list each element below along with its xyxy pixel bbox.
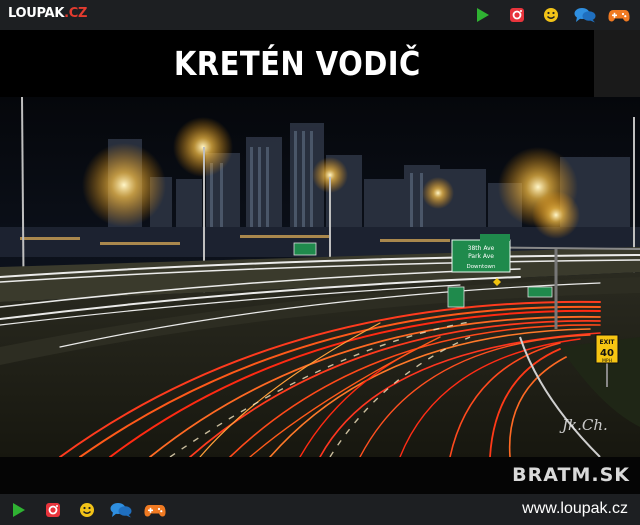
exit-sign-unit: MPH [602, 358, 612, 364]
highway-night-photo: 38th Ave Park Ave Downtown EXIT 40 MPH J… [0, 97, 640, 457]
play-icon[interactable] [8, 500, 30, 520]
site-logo[interactable]: LOUPAK.CZ [8, 6, 87, 24]
photographer-signature: Jk.Ch. [559, 416, 608, 434]
watermark-text: BRATM.SK [512, 464, 630, 486]
chat-icon[interactable] [574, 5, 596, 25]
gamepad-icon[interactable] [144, 500, 166, 520]
top-bar: LOUPAK.CZ [0, 0, 640, 30]
bottom-bar: www.loupak.cz [0, 494, 640, 525]
site-url-link[interactable]: www.loupak.cz [522, 500, 628, 518]
chat-icon[interactable] [110, 500, 132, 520]
logo-main: LOUPAK [8, 6, 65, 21]
gamepad-icon[interactable] [608, 5, 630, 25]
exit-sign-top: EXIT [599, 339, 615, 346]
exit-sign-number: 40 [600, 348, 614, 359]
post-title: KRETÉN VODIČ [173, 44, 421, 83]
sign-line-3: Downtown [466, 264, 496, 270]
title-banner: KRETÉN VODIČ [0, 30, 594, 97]
watermark-band: BRATM.SK [0, 457, 640, 494]
logo-suffix: .CZ [64, 6, 88, 21]
instagram-icon[interactable] [506, 5, 528, 25]
sign-line-1: 38th Ave [468, 245, 495, 252]
top-icon-group [472, 5, 630, 25]
smiley-icon[interactable] [540, 5, 562, 25]
play-icon[interactable] [472, 5, 494, 25]
instagram-icon[interactable] [42, 500, 64, 520]
sign-line-2: Park Ave [468, 253, 494, 260]
right-strip [594, 30, 640, 97]
bottom-icon-group [8, 500, 166, 520]
smiley-icon[interactable] [76, 500, 98, 520]
post-image[interactable]: 38th Ave Park Ave Downtown EXIT 40 MPH J… [0, 97, 640, 457]
